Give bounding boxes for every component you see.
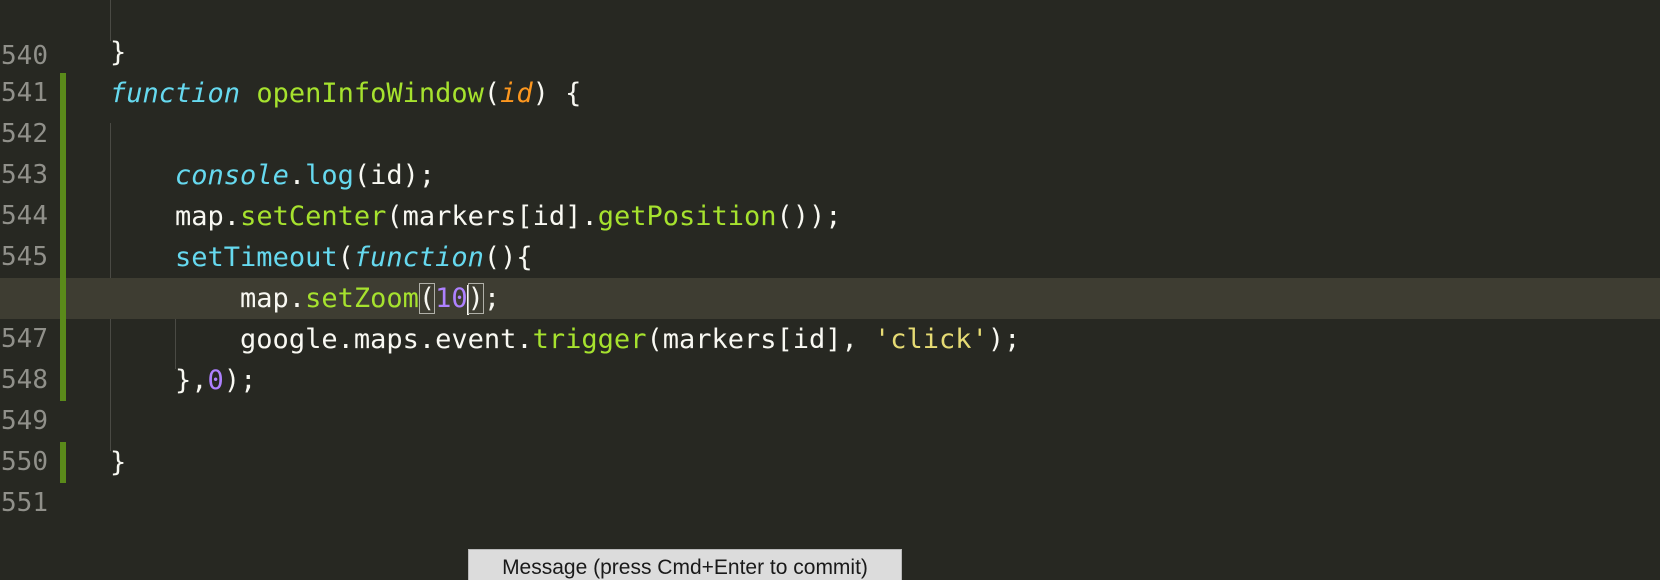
token-punct: ) { [532,78,582,109]
code-text: } [110,32,126,73]
token-keyword: function [110,78,241,109]
commit-message-tooltip: Message (press Cmd+Enter to commit) [468,549,902,580]
code-line[interactable]: 549 },0); [0,360,1660,436]
code-text: } [110,442,126,483]
code-line[interactable]: 542 function openInfoWindow(id) { [0,73,1660,149]
code-editor[interactable]: 540 541 } 542 function openInfoWindow(id… [0,0,1660,580]
token-punct: (){ [483,242,533,273]
token-punct: }, [175,365,208,396]
token-punct: ( [483,78,501,109]
diff-modified-marker [60,360,66,401]
diff-modified-marker [60,73,66,114]
token-identifier: map. [240,283,306,314]
token-keyword: function [353,242,484,273]
code-line[interactable]: 550 [0,401,1660,477]
code-line[interactable]: 544 console.log(id); [0,155,1660,231]
token-parameter: id [500,78,533,109]
diff-modified-marker [60,155,66,196]
code-text: map.setZoom(10); [110,278,500,319]
code-line[interactable]: 548 google.maps.event.trigger(markers[id… [0,319,1660,395]
diff-modified-marker [60,114,66,155]
diff-modified-marker [60,237,66,278]
code-line[interactable]: 541 } [0,32,1660,108]
diff-modified-marker [60,278,66,319]
code-text: google.maps.event.trigger(markers[id], '… [110,319,1020,360]
token-method: trigger [532,324,647,355]
token-punct: (id); [353,160,436,191]
diff-modified-marker [60,196,66,237]
token-identifier: map. [175,201,241,232]
code-text: map.setCenter(markers[id].getPosition())… [110,196,842,237]
token-function-name: openInfoWindow [256,78,484,109]
code-text: console.log(id); [110,155,435,196]
token-number: 10 [435,283,468,314]
code-line[interactable]: 540 [0,0,1660,71]
code-line[interactable]: 546 setTimeout(function(){ [0,237,1660,313]
token-punct: (markers[id]. [386,201,598,232]
token-punct: ); [987,324,1021,355]
token-punct: . [288,160,306,191]
token-punct: (markers[id], [646,324,875,355]
code-text: function openInfoWindow(id) { [110,73,581,114]
token-method: getPosition [597,201,777,232]
line-number: 551 [1,488,48,518]
code-text: setTimeout(function(){ [110,237,533,278]
token-builtin: setTimeout [175,242,338,273]
token-method: setCenter [240,201,387,232]
token-punct: ); [223,365,257,396]
diff-modified-marker [60,442,66,483]
code-line[interactable]: 545 map.setCenter(markers[id].getPositio… [0,196,1660,272]
matched-bracket: ( [418,283,436,314]
token-brace: } [110,447,127,478]
token-object: console [175,160,289,191]
diff-modified-marker [60,319,66,360]
code-line[interactable]: 543 [0,114,1660,190]
token-number: 0 [207,365,224,396]
token-brace: } [110,37,127,68]
token-punct: ; [483,283,501,314]
token-method: log [305,160,354,191]
code-text: },0); [110,360,256,401]
token-punct: ( [337,242,354,273]
token-identifier: google.maps.event. [240,324,533,355]
matched-bracket: ) [467,283,484,314]
token-method: setZoom [305,283,419,314]
token-punct: ()); [776,201,842,232]
token-string: 'click' [874,324,988,355]
code-line[interactable]: 551 } [0,442,1660,518]
code-line-current[interactable]: 547 map.setZoom(10); [0,278,1660,354]
